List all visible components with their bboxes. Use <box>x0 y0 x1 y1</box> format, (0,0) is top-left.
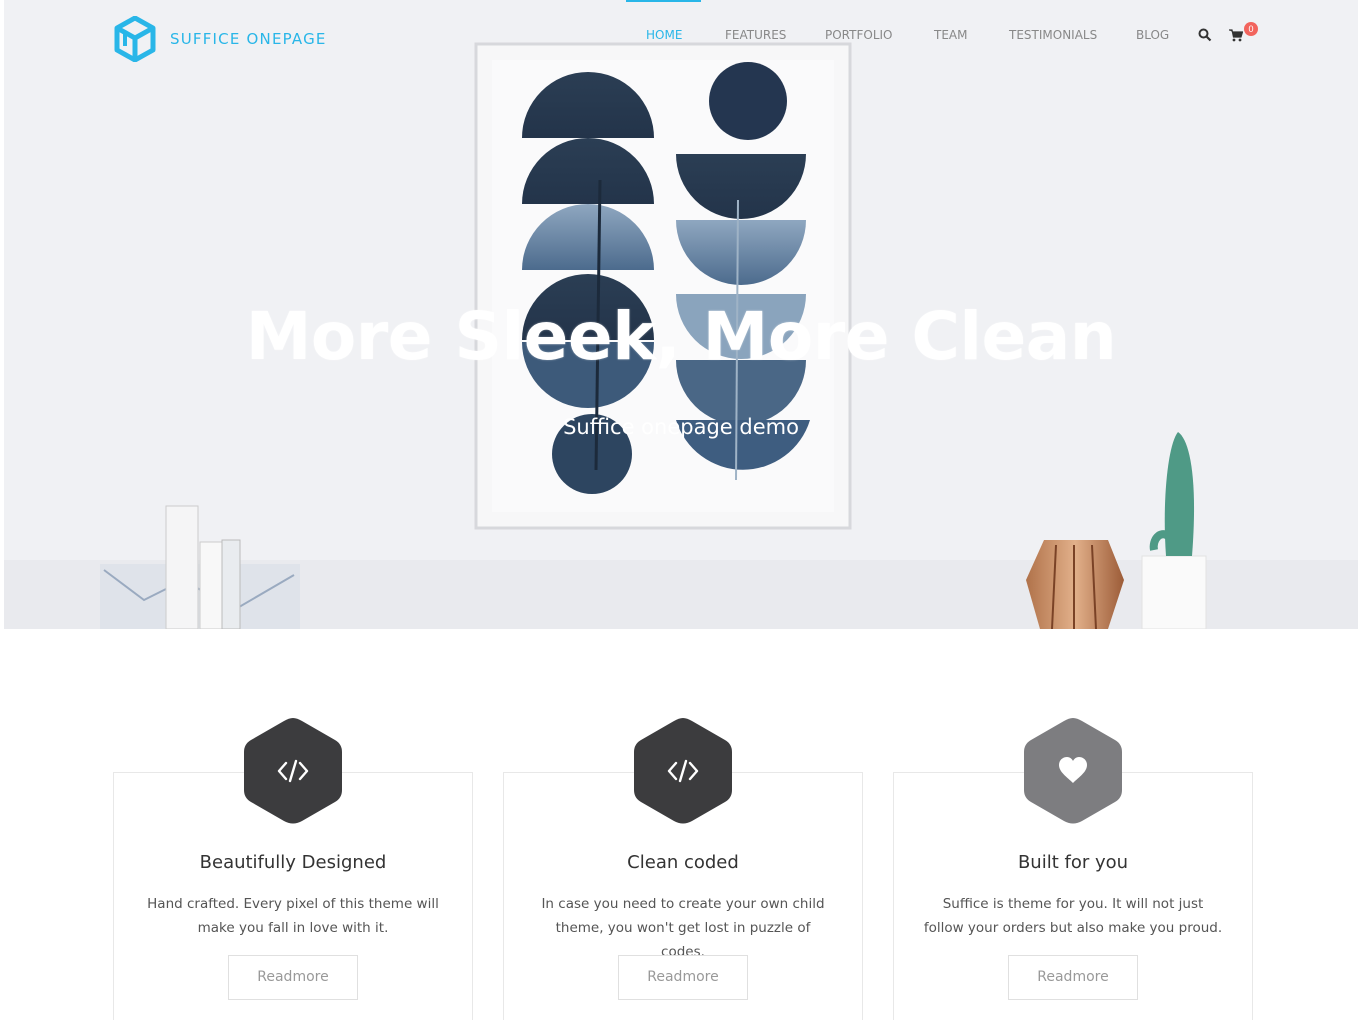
readmore-button[interactable]: Readmore <box>618 955 748 1000</box>
feature-description: Hand crafted. Every pixel of this theme … <box>147 896 439 936</box>
nav-item-blog[interactable]: BLOG <box>1136 28 1169 42</box>
cube-logo-icon <box>114 16 156 62</box>
cart-icon[interactable] <box>1229 29 1243 42</box>
site-logo[interactable]: SUFFICE ONEPAGE <box>114 16 327 62</box>
nav-item-team[interactable]: TEAM <box>934 28 967 42</box>
feature-title: Beautifully Designed <box>199 852 387 873</box>
hero-title: More Sleek, More Clean <box>245 298 1117 375</box>
feature-hexagon <box>1022 716 1124 826</box>
nav-item-home[interactable]: HOME <box>646 28 682 42</box>
search-icon[interactable] <box>1198 28 1212 42</box>
nav-active-indicator <box>626 0 701 2</box>
feature-title: Built for you <box>1017 852 1129 873</box>
nav-item-portfolio[interactable]: PORTFOLIO <box>825 28 893 42</box>
readmore-button[interactable]: Readmore <box>1008 955 1138 1000</box>
feature-title: Clean coded <box>627 852 739 873</box>
cart-count-badge: 0 <box>1244 22 1258 36</box>
logo-text: SUFFICE ONEPAGE <box>170 30 327 48</box>
nav-item-testimonials[interactable]: TESTIMONIALS <box>1009 28 1097 42</box>
nav-item-features[interactable]: FEATURES <box>725 28 786 42</box>
feature-hexagon <box>632 716 734 826</box>
readmore-button[interactable]: Readmore <box>228 955 358 1000</box>
feature-description: In case you need to create your own chil… <box>541 896 825 960</box>
hero-subtitle: Suffice onepage demo <box>563 415 799 439</box>
feature-hexagon <box>242 716 344 826</box>
feature-description: Suffice is theme for you. It will not ju… <box>923 896 1223 936</box>
